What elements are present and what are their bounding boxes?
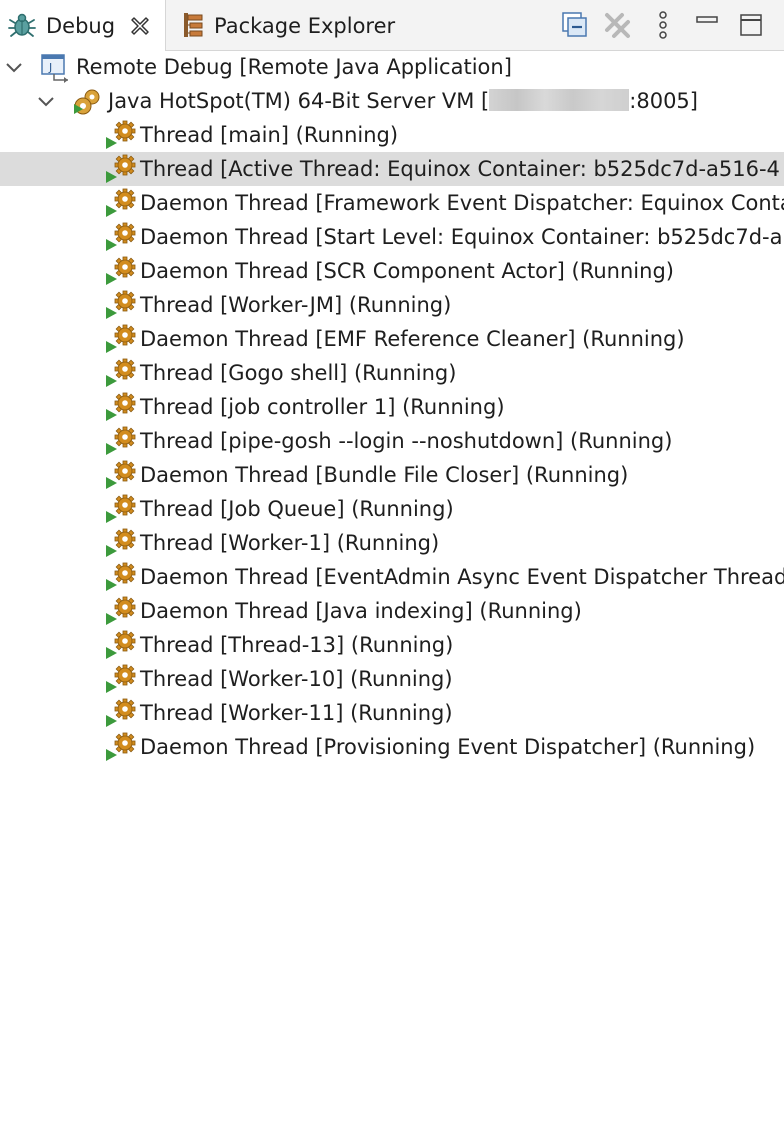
- thread-label: Daemon Thread [Bundle File Closer] (Runn…: [140, 463, 629, 487]
- thread-row[interactable]: Daemon Thread [Bundle File Closer] (Runn…: [0, 458, 784, 492]
- minimize-icon[interactable]: [692, 10, 722, 40]
- remote-java-application-icon: J: [41, 54, 68, 83]
- debug-view: Debug Package Explorer J Remote Debug [R…: [0, 0, 784, 1124]
- thread-row[interactable]: Thread [pipe-gosh --login --noshutdown] …: [0, 424, 784, 458]
- thread-row[interactable]: Daemon Thread [Start Level: Equinox Cont…: [0, 220, 784, 254]
- thread-label: Thread [Job Queue] (Running): [140, 497, 454, 521]
- thread-label: Daemon Thread [Start Level: Equinox Cont…: [140, 225, 783, 249]
- thread-label: Thread [Active Thread: Equinox Container…: [140, 157, 780, 181]
- redacted-host: [489, 89, 630, 111]
- vm-label-prefix: Java HotSpot(TM) 64-Bit Server VM [: [108, 89, 490, 113]
- thread-row[interactable]: Thread [job controller 1] (Running): [0, 390, 784, 424]
- tab-debug[interactable]: Debug: [0, 0, 166, 51]
- chevron-down-icon[interactable]: [2, 55, 26, 79]
- thread-label: Daemon Thread [Framework Event Dispatche…: [140, 191, 784, 215]
- running-thread-icon: [106, 392, 136, 421]
- thread-label: Thread [Gogo shell] (Running): [140, 361, 457, 385]
- tree-row-vm[interactable]: Java HotSpot(TM) 64-Bit Server VM [ :8005…: [0, 84, 784, 118]
- tree-row-launch[interactable]: J Remote Debug [Remote Java Application]: [0, 50, 784, 84]
- tab-package-explorer-label: Package Explorer: [214, 14, 396, 38]
- thread-label: Daemon Thread [EventAdmin Async Event Di…: [140, 565, 784, 589]
- running-thread-icon: [106, 698, 136, 727]
- running-thread-icon: [106, 630, 136, 659]
- running-thread-icon: [106, 460, 136, 489]
- view-tab-bar: Debug Package Explorer: [0, 0, 784, 51]
- thread-row[interactable]: Thread [main] (Running): [0, 118, 784, 152]
- thread-label: Thread [pipe-gosh --login --noshutdown] …: [140, 429, 673, 453]
- close-icon[interactable]: [128, 14, 152, 38]
- running-thread-icon: [106, 426, 136, 455]
- thread-row[interactable]: Thread [Thread-13] (Running): [0, 628, 784, 662]
- maximize-icon[interactable]: [736, 10, 766, 40]
- thread-row[interactable]: Daemon Thread [SCR Component Actor] (Run…: [0, 254, 784, 288]
- package-explorer-icon: [184, 13, 203, 37]
- thread-row[interactable]: Daemon Thread [Provisioning Event Dispat…: [0, 730, 784, 764]
- svg-text:J: J: [48, 61, 52, 74]
- debug-target-icon: [74, 89, 100, 115]
- running-thread-icon: [106, 494, 136, 523]
- collapse-all-icon[interactable]: [560, 10, 590, 40]
- running-thread-icon: [106, 290, 136, 319]
- thread-row[interactable]: Thread [Gogo shell] (Running): [0, 356, 784, 390]
- tab-debug-label: Debug: [46, 14, 116, 38]
- running-thread-icon: [106, 358, 136, 387]
- running-thread-icon: [106, 256, 136, 285]
- thread-label: Daemon Thread [Java indexing] (Running): [140, 599, 582, 623]
- running-thread-icon: [106, 732, 136, 761]
- thread-row[interactable]: Daemon Thread [Java indexing] (Running): [0, 594, 784, 628]
- thread-row[interactable]: Daemon Thread [Framework Event Dispatche…: [0, 186, 784, 220]
- thread-row[interactable]: Thread [Active Thread: Equinox Container…: [0, 152, 784, 186]
- thread-label: Daemon Thread [SCR Component Actor] (Run…: [140, 259, 674, 283]
- thread-label: Thread [job controller 1] (Running): [140, 395, 505, 419]
- running-thread-icon: [106, 528, 136, 557]
- remove-all-icon[interactable]: [602, 10, 632, 40]
- thread-label: Thread [Worker-JM] (Running): [140, 293, 452, 317]
- thread-row[interactable]: Thread [Job Queue] (Running): [0, 492, 784, 526]
- thread-row[interactable]: Daemon Thread [EMF Reference Cleaner] (R…: [0, 322, 784, 356]
- thread-label: Thread [Worker-10] (Running): [140, 667, 453, 691]
- vm-label: Java HotSpot(TM) 64-Bit Server VM [ :8005…: [108, 87, 698, 115]
- tab-package-explorer[interactable]: Package Explorer: [166, 0, 416, 50]
- thread-label: Thread [Worker-1] (Running): [140, 531, 440, 555]
- running-thread-icon: [106, 154, 136, 183]
- thread-label: Thread [main] (Running): [140, 123, 399, 147]
- thread-row[interactable]: Thread [Worker-10] (Running): [0, 662, 784, 696]
- running-thread-icon: [106, 664, 136, 693]
- bug-icon: [8, 13, 36, 37]
- running-thread-icon: [106, 324, 136, 353]
- thread-row[interactable]: Thread [Worker-1] (Running): [0, 526, 784, 560]
- running-thread-icon: [106, 188, 136, 217]
- vm-label-suffix: :8005]: [629, 89, 698, 113]
- thread-row[interactable]: Daemon Thread [EventAdmin Async Event Di…: [0, 560, 784, 594]
- thread-label: Thread [Worker-11] (Running): [140, 701, 453, 725]
- running-thread-icon: [106, 562, 136, 591]
- thread-label: Daemon Thread [Provisioning Event Dispat…: [140, 735, 756, 759]
- running-thread-icon: [106, 596, 136, 625]
- thread-row[interactable]: Thread [Worker-11] (Running): [0, 696, 784, 730]
- vertical-ellipsis-icon[interactable]: [648, 10, 678, 40]
- thread-label: Daemon Thread [EMF Reference Cleaner] (R…: [140, 327, 685, 351]
- chevron-down-icon[interactable]: [34, 89, 58, 113]
- launch-label: Remote Debug [Remote Java Application]: [76, 55, 512, 79]
- running-thread-icon: [106, 222, 136, 251]
- thread-label: Thread [Thread-13] (Running): [140, 633, 454, 657]
- thread-row[interactable]: Thread [Worker-JM] (Running): [0, 288, 784, 322]
- running-thread-icon: [106, 120, 136, 149]
